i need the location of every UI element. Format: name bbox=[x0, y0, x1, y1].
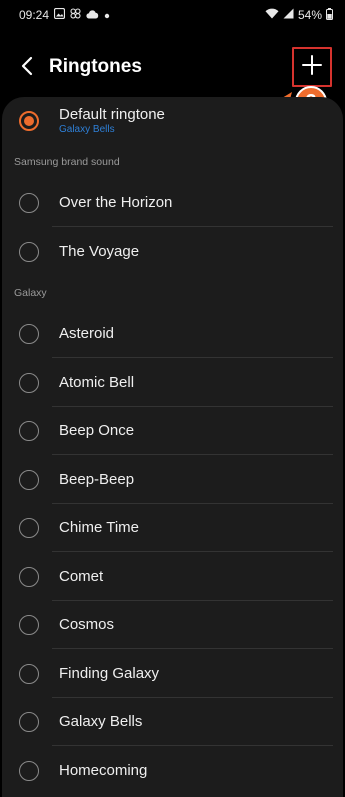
list-item[interactable]: Homecoming bbox=[2, 747, 343, 795]
divider bbox=[52, 745, 333, 746]
list-item[interactable]: Beep-Beep bbox=[2, 456, 343, 504]
add-ringtone-button[interactable] bbox=[292, 47, 332, 87]
ringtone-name: Atomic Bell bbox=[59, 374, 135, 391]
gallery-icon bbox=[53, 7, 66, 22]
list-item[interactable]: Chime Time bbox=[2, 504, 343, 552]
ringtone-name: Finding Galaxy bbox=[59, 665, 160, 682]
list-item[interactable]: Over the Horizon bbox=[2, 179, 343, 227]
radio-selected[interactable] bbox=[19, 111, 39, 131]
battery-percent: 54% bbox=[297, 8, 322, 22]
ringtone-name: Chime Time bbox=[59, 519, 140, 536]
section-header-galaxy: Galaxy bbox=[14, 287, 47, 299]
ringtone-name: The Voyage bbox=[59, 243, 140, 260]
chevron-left-icon bbox=[21, 56, 33, 81]
list-item[interactable]: Asteroid bbox=[2, 310, 343, 358]
wifi-icon bbox=[265, 8, 279, 22]
back-button[interactable] bbox=[14, 54, 40, 82]
battery-icon bbox=[326, 7, 333, 23]
list-item[interactable]: Beep Once bbox=[2, 407, 343, 455]
status-time: 09:24 bbox=[19, 8, 50, 22]
radio-button[interactable] bbox=[19, 518, 39, 538]
list-item[interactable]: Cosmos bbox=[2, 601, 343, 649]
ringtone-name: Galaxy Bells bbox=[59, 713, 143, 730]
divider bbox=[52, 357, 333, 358]
radio-button[interactable] bbox=[19, 324, 39, 344]
status-bar: 09:24 54% bbox=[0, 0, 345, 30]
radio-button[interactable] bbox=[19, 470, 39, 490]
ringtone-name: Beep-Beep bbox=[59, 471, 135, 488]
radio-button[interactable] bbox=[19, 712, 39, 732]
list-item[interactable]: The Voyage bbox=[2, 228, 343, 276]
ringtone-name: Beep Once bbox=[59, 422, 135, 439]
app-header: Ringtones bbox=[0, 42, 345, 94]
list-item[interactable]: Comet bbox=[2, 553, 343, 601]
list-item[interactable]: Atomic Bell bbox=[2, 359, 343, 407]
ringtone-name: Cosmos bbox=[59, 616, 115, 633]
radio-button[interactable] bbox=[19, 373, 39, 393]
section-header-samsung: Samsung brand sound bbox=[14, 156, 120, 168]
radio-button[interactable] bbox=[19, 615, 39, 635]
ringtone-name: Comet bbox=[59, 568, 104, 585]
divider bbox=[52, 454, 333, 455]
divider bbox=[52, 648, 333, 649]
radio-button[interactable] bbox=[19, 567, 39, 587]
page-title: Ringtones bbox=[49, 56, 142, 77]
signal-icon bbox=[283, 8, 294, 22]
radio-button[interactable] bbox=[19, 421, 39, 441]
radio-button[interactable] bbox=[19, 193, 39, 213]
divider bbox=[52, 551, 333, 552]
divider bbox=[52, 226, 333, 227]
ringtone-name: Asteroid bbox=[59, 325, 115, 342]
dot-icon bbox=[104, 8, 110, 22]
radio-button[interactable] bbox=[19, 242, 39, 262]
status-left: 09:24 bbox=[19, 7, 110, 22]
list-item-default-ringtone[interactable]: Default ringtone Galaxy Bells bbox=[2, 97, 343, 145]
ringtone-name: Homecoming bbox=[59, 762, 148, 779]
status-right: 54% bbox=[265, 7, 333, 23]
ringtone-name: Over the Horizon bbox=[59, 194, 173, 211]
list-item[interactable]: Galaxy Bells bbox=[2, 698, 343, 746]
radio-button[interactable] bbox=[19, 664, 39, 684]
plus-icon bbox=[302, 54, 322, 80]
default-ringtone-label: Default ringtone bbox=[59, 106, 165, 123]
list-item[interactable]: Finding Galaxy bbox=[2, 650, 343, 698]
radio-button[interactable] bbox=[19, 761, 39, 781]
cloud-icon bbox=[86, 8, 99, 22]
ringtone-list: Default ringtone Galaxy Bells Samsung br… bbox=[2, 97, 343, 797]
pinwheel-icon bbox=[70, 8, 81, 22]
default-ringtone-value: Galaxy Bells bbox=[59, 124, 115, 135]
